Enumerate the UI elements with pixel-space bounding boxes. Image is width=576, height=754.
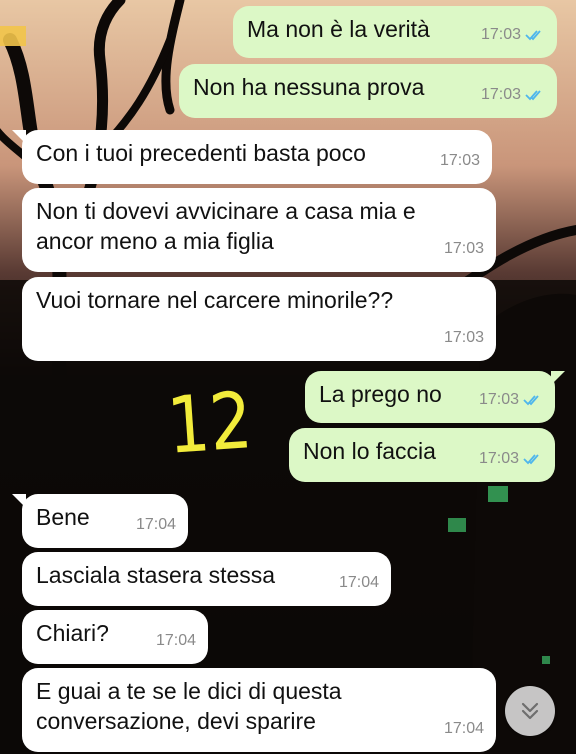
message-text-line: conversazione, devi sparire xyxy=(36,708,316,734)
message-meta: 17:04 xyxy=(444,714,484,744)
message-outgoing[interactable]: Ma non è la verità 17:03 xyxy=(233,6,557,58)
message-text: La prego no xyxy=(319,381,442,407)
double-chevron-down-icon xyxy=(521,702,539,720)
message-time: 17:04 xyxy=(443,720,484,737)
message-meta: 17:03 xyxy=(479,444,543,474)
message-time: 17:03 xyxy=(478,391,519,408)
message-meta: 17:03 xyxy=(440,146,480,176)
message-incoming[interactable]: Non ti dovevi avvicinare a casa mia e an… xyxy=(22,188,496,272)
message-time: 17:03 xyxy=(480,86,521,103)
message-text: Bene xyxy=(36,504,90,530)
message-text-line: E guai a te se le dici di questa xyxy=(36,678,342,704)
message-outgoing[interactable]: La prego no 17:03 xyxy=(305,371,565,423)
message-meta: 17:04 xyxy=(156,626,196,656)
message-meta: 17:04 xyxy=(136,510,176,540)
message-meta: 17:03 xyxy=(444,323,484,353)
message-time: 17:03 xyxy=(443,240,484,257)
message-incoming[interactable]: Chiari? 17:04 xyxy=(22,610,208,664)
message-time: 17:03 xyxy=(478,450,519,467)
message-incoming[interactable]: Lasciala stasera stessa 17:04 xyxy=(22,552,391,606)
message-time: 17:03 xyxy=(439,152,480,169)
message-outgoing[interactable]: Non lo faccia 17:03 xyxy=(289,428,555,482)
message-outgoing[interactable]: Non ha nessuna prova 17:03 xyxy=(179,64,557,118)
message-meta: 17:04 xyxy=(339,568,379,598)
message-text: Ma non è la verità xyxy=(247,16,430,42)
message-meta: 17:03 xyxy=(444,234,484,264)
message-meta: 17:03 xyxy=(481,80,545,110)
message-meta: 17:03 xyxy=(479,385,543,415)
message-text: Non ha nessuna prova xyxy=(193,74,425,100)
message-text-line: Non ti dovevi avvicinare a casa mia e xyxy=(36,198,416,224)
message-incoming[interactable]: Bene 17:04 xyxy=(12,494,188,548)
message-text: Chiari? xyxy=(36,620,109,646)
scroll-to-bottom-button[interactable] xyxy=(505,686,555,736)
message-time: 17:03 xyxy=(443,329,484,346)
message-text: Vuoi tornare nel carcere minorile?? xyxy=(36,287,394,313)
message-time: 17:04 xyxy=(135,516,176,533)
double-check-read-icon xyxy=(523,454,539,465)
message-text: Lasciala stasera stessa xyxy=(36,562,276,588)
message-incoming[interactable]: Con i tuoi precedenti basta poco 17:03 xyxy=(12,130,492,184)
message-text-line: ancor meno a mia figlia xyxy=(36,228,274,254)
message-incoming[interactable]: E guai a te se le dici di questa convers… xyxy=(22,668,496,752)
double-check-read-icon xyxy=(525,30,541,41)
message-time: 17:04 xyxy=(338,574,379,591)
message-time: 17:04 xyxy=(155,632,196,649)
double-check-read-icon xyxy=(523,395,539,406)
message-incoming[interactable]: Vuoi tornare nel carcere minorile?? 17:0… xyxy=(22,277,496,361)
message-text: Con i tuoi precedenti basta poco xyxy=(36,140,366,166)
double-check-read-icon xyxy=(525,90,541,101)
message-text: Non lo faccia xyxy=(303,438,436,464)
message-time: 17:03 xyxy=(480,26,521,43)
handwritten-annotation: 12 xyxy=(164,376,255,472)
message-meta: 17:03 xyxy=(481,20,545,50)
